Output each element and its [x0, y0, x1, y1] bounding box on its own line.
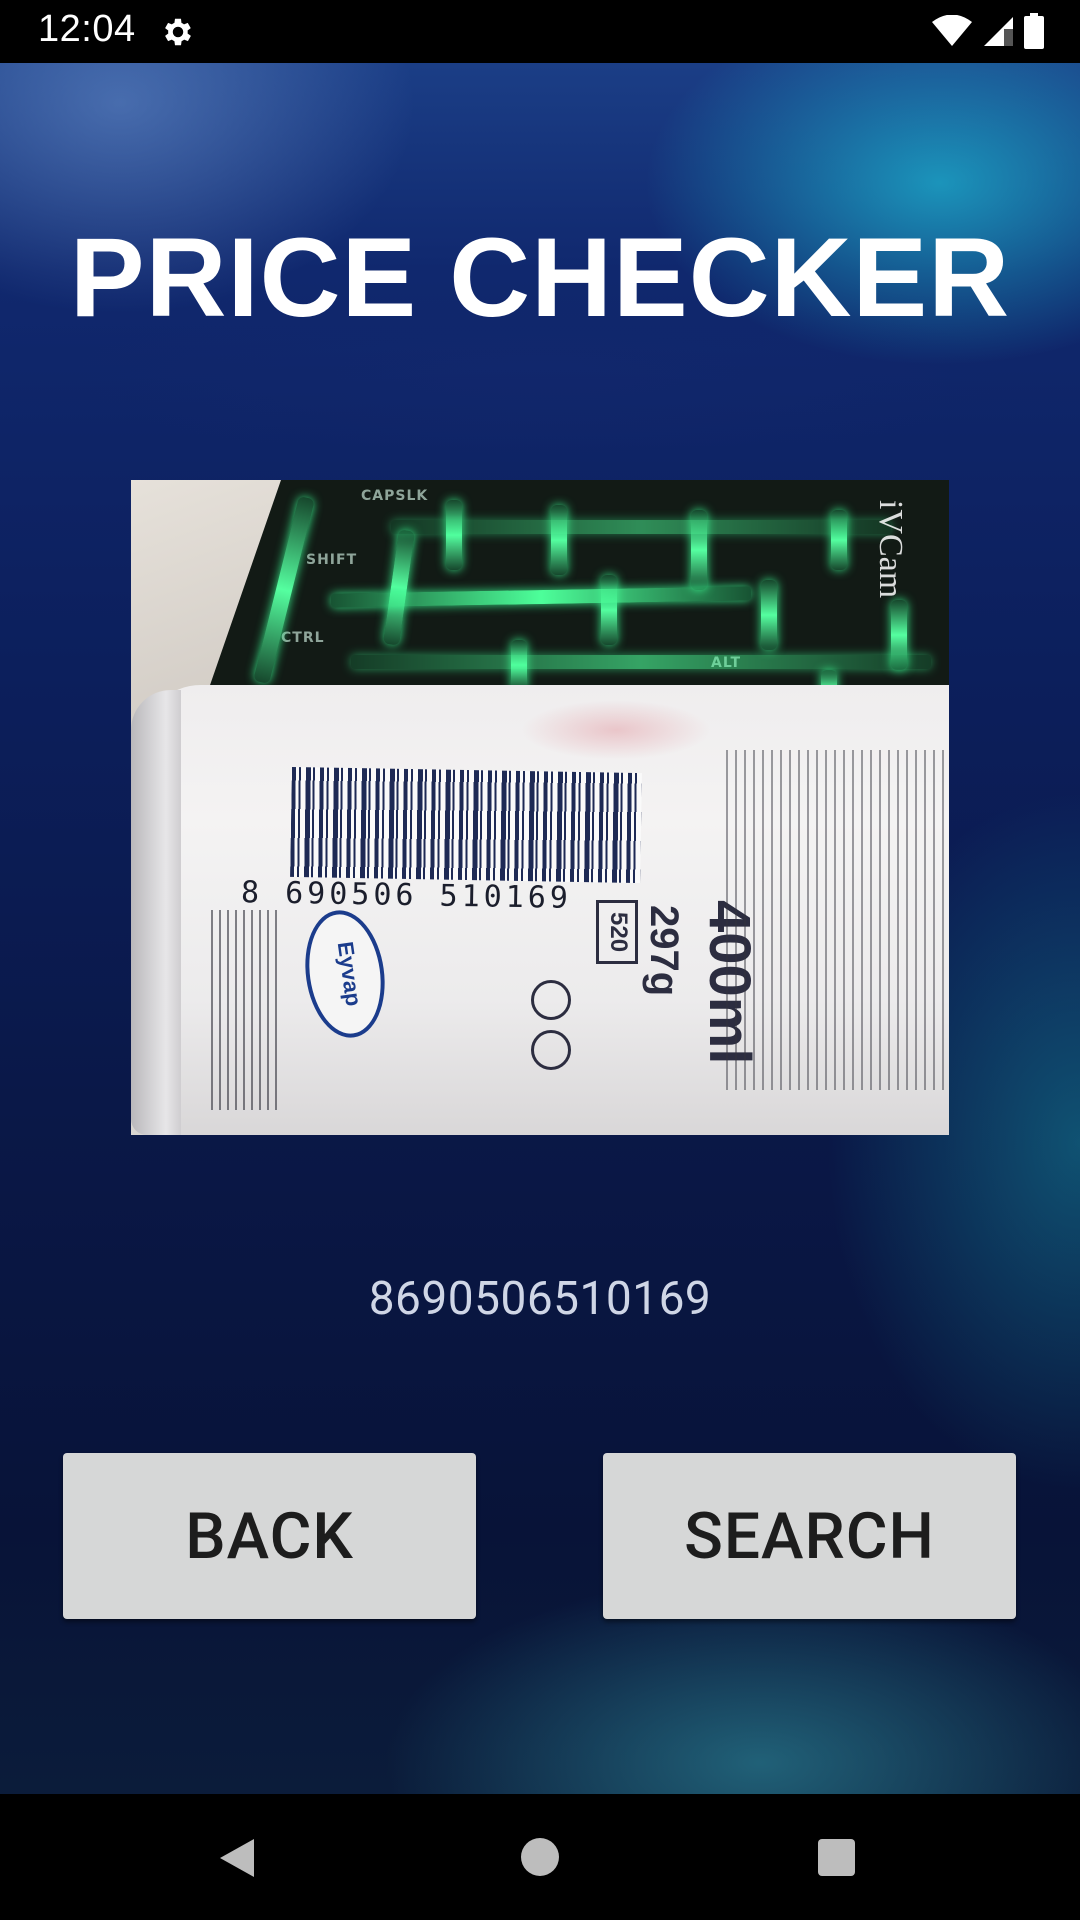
preview-barcode: [290, 766, 642, 884]
preview-fine-print: [726, 750, 946, 1090]
wifi-icon: [932, 15, 972, 46]
nav-back-icon[interactable]: [216, 1837, 258, 1879]
search-button[interactable]: SEARCH: [603, 1453, 1016, 1619]
preview-key-glow: [761, 580, 777, 650]
nav-recents-icon[interactable]: [818, 1839, 855, 1876]
preview-key-glow: [551, 505, 567, 575]
barcode-value: 8690506510169: [368, 1272, 712, 1326]
preview-key-glow: [383, 529, 415, 646]
preview-key-glow: [446, 500, 462, 570]
nav-home-icon[interactable]: [521, 1838, 559, 1876]
preview-stain: [521, 700, 711, 760]
preview-key-row-glow: [351, 655, 931, 669]
preview-fine-print-left: [211, 910, 281, 1110]
status-time: 12:04: [38, 8, 136, 50]
preview-key-glow: [601, 575, 617, 645]
status-icons: [932, 13, 1044, 49]
preview-symbol-icon: [531, 980, 571, 1020]
preview-key-glow: [831, 510, 847, 570]
gear-icon: [165, 18, 191, 46]
camera-preview: CAPSLK SHIFT CTRL ALT 8 690506 510169 40…: [131, 480, 949, 1135]
status-bar: 12:04: [0, 0, 1080, 63]
screen: 12:04 PRICE CHECKER CAPSLK SHIFT CTRL 8 …: [0, 0, 1080, 1920]
preview-key-label: CAPSLK: [361, 488, 429, 504]
signal-icon: [984, 17, 1013, 46]
preview-key-label: CTRL: [281, 630, 325, 646]
battery-icon: [1024, 13, 1044, 49]
preview-watermark: iVCam: [872, 500, 909, 599]
preview-symbols: [521, 980, 581, 1110]
preview-key-row-glow: [391, 520, 891, 534]
page-title: PRICE CHECKER: [69, 215, 1011, 340]
preview-key-label: SHIFT: [306, 552, 358, 568]
navigation-bar: [0, 1794, 1080, 1920]
preview-can-end: [131, 690, 181, 1135]
preview-symbol-icon: [531, 1030, 571, 1070]
back-button[interactable]: BACK: [63, 1453, 476, 1619]
preview-weight: 297g: [642, 905, 686, 997]
preview-box-code: 520: [596, 900, 638, 964]
preview-barcode-digits: 8 690506 510169: [240, 875, 573, 916]
